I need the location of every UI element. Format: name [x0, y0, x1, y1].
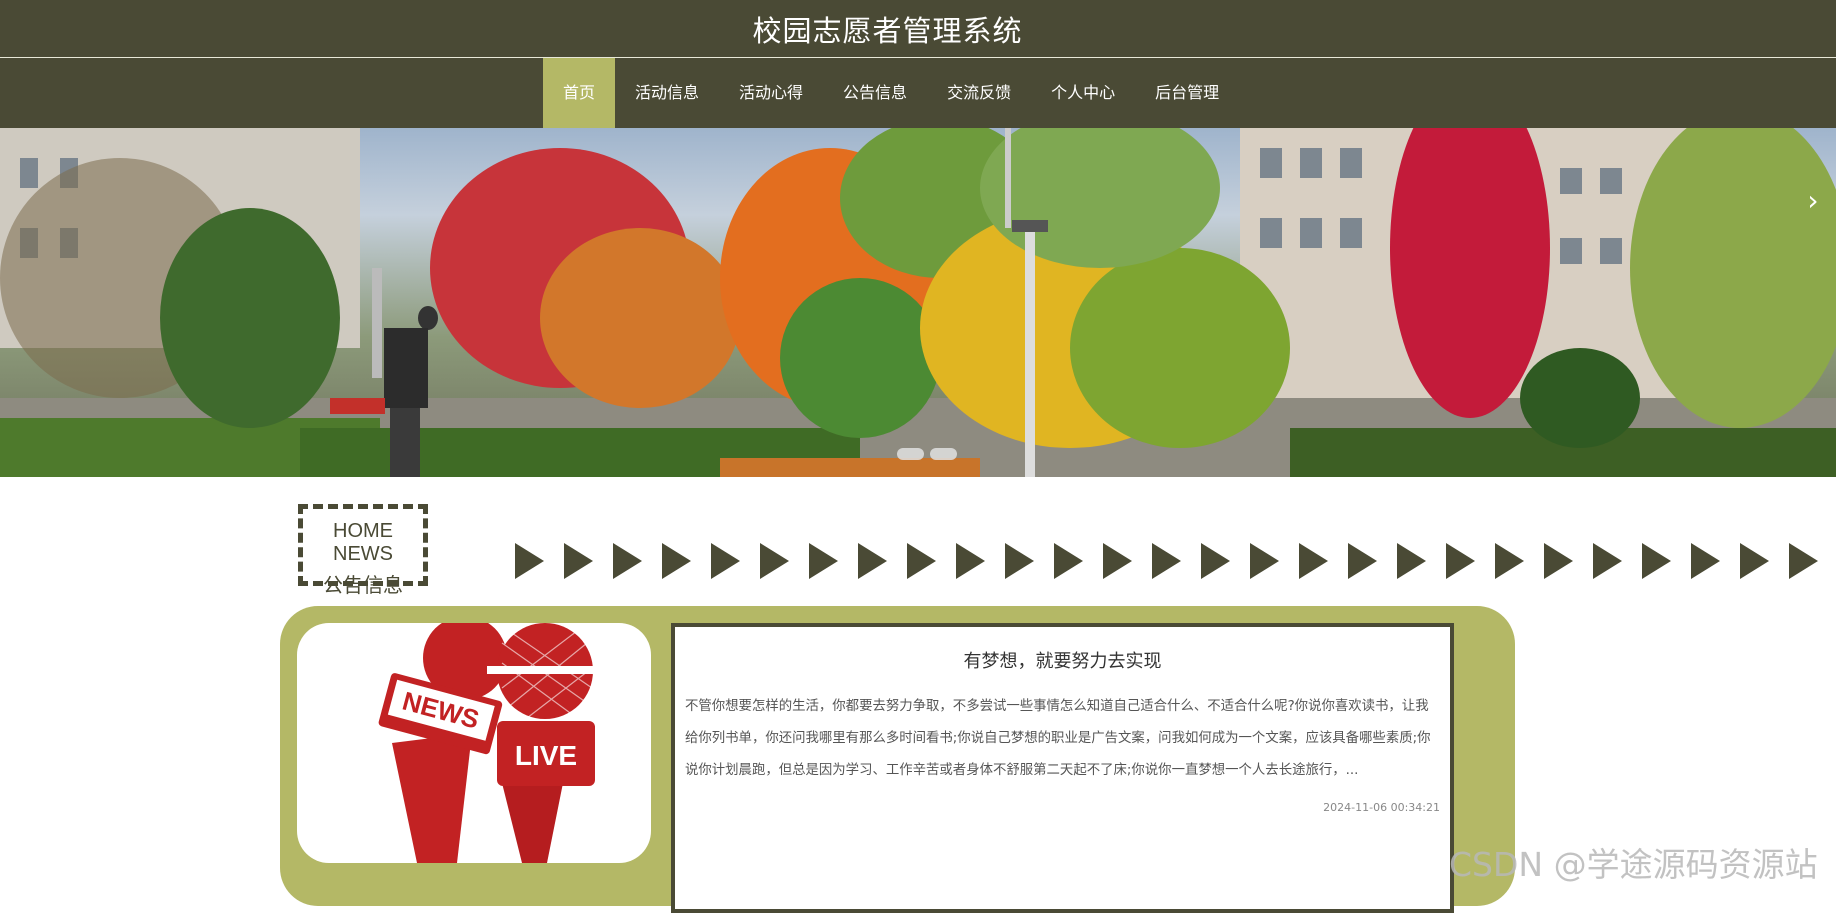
nav-item-feedback[interactable]: 交流反馈: [927, 58, 1031, 128]
site-title: 校园志愿者管理系统: [752, 14, 1023, 48]
arrow-shape: [711, 543, 740, 579]
arrow-shape: [1495, 543, 1524, 579]
nav-item-announcements[interactable]: 公告信息: [823, 58, 927, 128]
arrow-shape: [1740, 543, 1769, 579]
arrow-shape: [907, 543, 936, 579]
arrow-shape: [1299, 543, 1328, 579]
arrow-shape: [1397, 543, 1426, 579]
arrow-shape: [1201, 543, 1230, 579]
arrow-shape: [1348, 543, 1377, 579]
arrow-shape: [564, 543, 593, 579]
news-date: 2024-11-06 00:34:21: [1323, 801, 1440, 814]
news-body[interactable]: 有梦想，就要努力去实现 不管你想要怎样的生活，你都要去努力争取，不多尝试一些事情…: [671, 623, 1454, 913]
carousel-dot[interactable]: [930, 448, 957, 460]
section-title-cn: 公告信息: [323, 573, 403, 597]
news-thumbnail[interactable]: NEWS LIVE: [297, 623, 651, 863]
arrow-shape: [760, 543, 789, 579]
arrow-shape: [809, 543, 838, 579]
arrow-shape: [858, 543, 887, 579]
watermark: CSDN @学途源码资源站: [1449, 845, 1818, 884]
nav-item-profile[interactable]: 个人中心: [1031, 58, 1135, 128]
arrow-shape: [1446, 543, 1475, 579]
decorative-arrows: [515, 543, 1818, 579]
arrow-shape: [1544, 543, 1573, 579]
arrow-shape: [1054, 543, 1083, 579]
site-header: 校园志愿者管理系统: [0, 0, 1836, 58]
arrow-shape: [1789, 543, 1818, 579]
chevron-right-icon[interactable]: ›: [1798, 186, 1828, 216]
news-title[interactable]: 有梦想，就要努力去实现: [675, 647, 1450, 673]
campus-autumn-photo: [0, 128, 1836, 477]
arrow-shape: [956, 543, 985, 579]
microphone-icon: NEWS LIVE: [378, 623, 605, 863]
nav-item-home[interactable]: 首页: [543, 58, 616, 128]
section-heading: HOME NEWS 公告信息: [298, 504, 428, 597]
nav-item-admin[interactable]: 后台管理: [1135, 58, 1239, 128]
arrow-shape: [1005, 543, 1034, 579]
nav-item-activities[interactable]: 活动信息: [615, 58, 719, 128]
arrow-shape: [1642, 543, 1671, 579]
arrow-shape: [613, 543, 642, 579]
carousel-dots: [897, 448, 957, 460]
news-excerpt: 不管你想要怎样的生活，你都要去努力争取，不多尝试一些事情怎么知道自己适合什么、不…: [685, 699, 1431, 778]
arrow-shape: [1103, 543, 1132, 579]
section-title-en: HOME NEWS: [333, 520, 393, 565]
nav-item-experiences[interactable]: 活动心得: [719, 58, 823, 128]
arrow-shape: [662, 543, 691, 579]
news-image-live-text: LIVE: [515, 740, 577, 771]
arrow-shape: [1691, 543, 1720, 579]
arrow-shape: [1250, 543, 1279, 579]
arrow-shape: [515, 543, 544, 579]
carousel-dot[interactable]: [897, 448, 924, 460]
banner-carousel[interactable]: ›: [0, 128, 1836, 477]
arrow-shape: [1593, 543, 1622, 579]
main-nav: 首页 活动信息 活动心得 公告信息 交流反馈 个人中心 后台管理: [0, 58, 1836, 128]
nav-list: 首页 活动信息 活动心得 公告信息 交流反馈 个人中心 后台管理: [543, 58, 1239, 128]
arrow-shape: [1152, 543, 1181, 579]
